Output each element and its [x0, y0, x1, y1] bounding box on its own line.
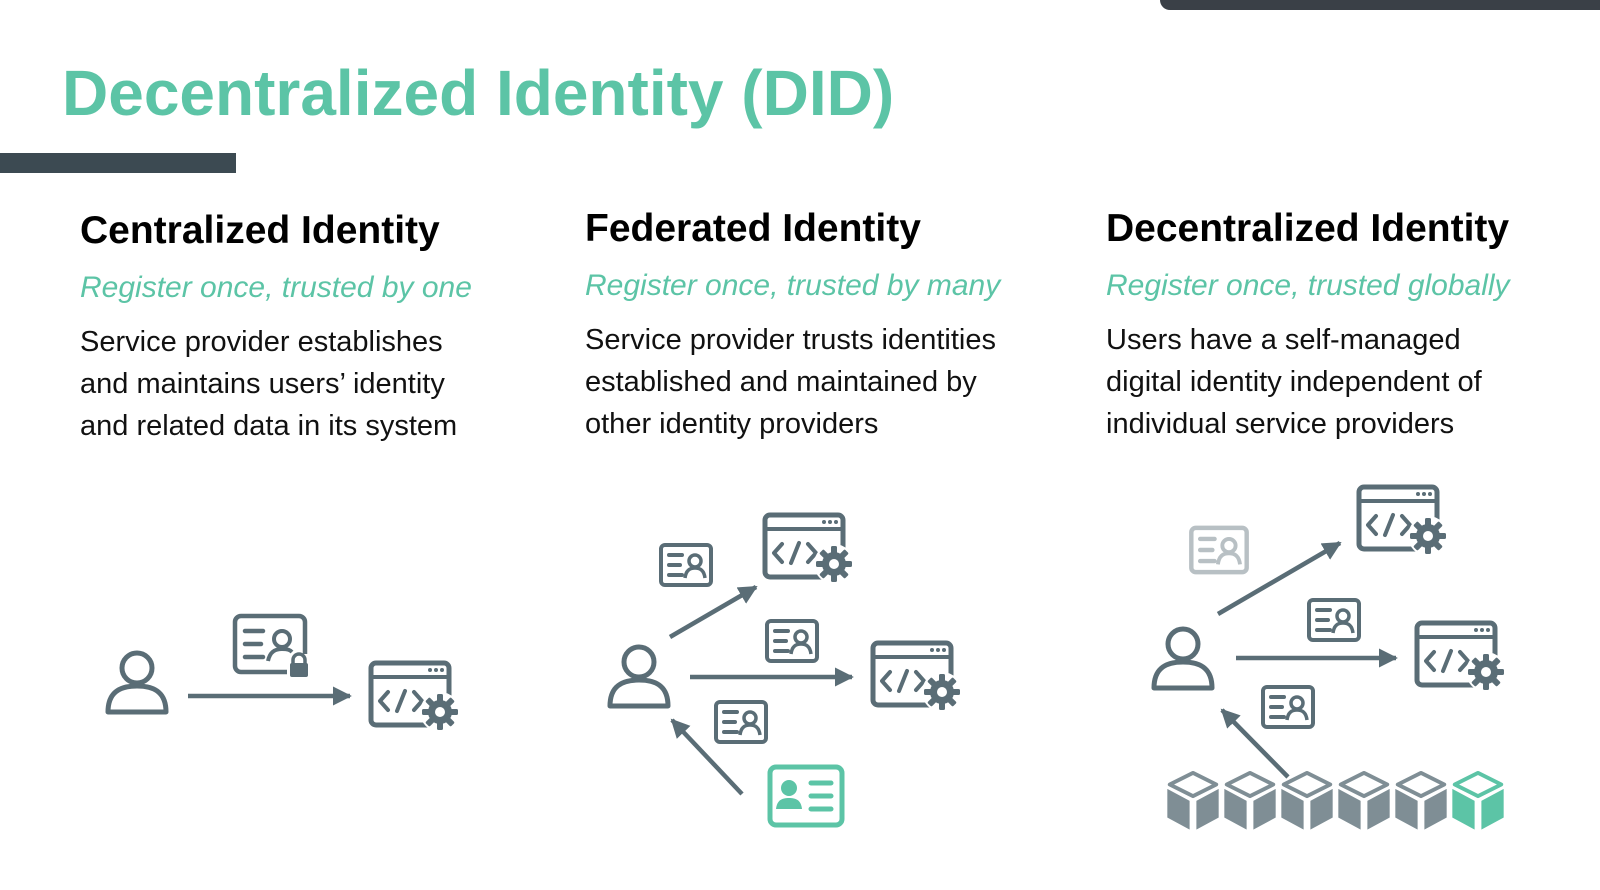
- id-card-icon: [765, 619, 819, 663]
- centralized-diagram: [108, 616, 460, 732]
- id-card-icon: [659, 543, 713, 587]
- blockchain-block-icon: [1220, 768, 1280, 834]
- user-icon: [610, 647, 668, 706]
- id-card-icon: [1307, 598, 1361, 642]
- id-card-icon: [1191, 528, 1246, 572]
- blockchain-block-icon: [1277, 768, 1337, 834]
- user-icon: [1154, 629, 1212, 688]
- service-app-icon: [873, 643, 962, 712]
- blockchain-block-icon: [1334, 768, 1394, 834]
- locked-id-card-icon: [235, 616, 311, 678]
- federated-diagram: [610, 515, 962, 825]
- service-app-icon: [1359, 487, 1448, 556]
- service-app-icon: [371, 663, 460, 732]
- blockchain-block-icon: [1163, 768, 1223, 834]
- id-card-icon: [1261, 685, 1315, 729]
- blockchain-block-icon: [1391, 768, 1451, 834]
- user-icon: [108, 653, 166, 712]
- blockchain: [1163, 768, 1508, 834]
- id-card-icon: [714, 700, 768, 744]
- decentralized-diagram: [1154, 487, 1508, 834]
- service-app-icon: [1417, 623, 1506, 692]
- arrow: [668, 585, 758, 639]
- service-app-icon: [765, 515, 854, 584]
- profile-card-icon: [770, 767, 842, 825]
- blockchain-block-new-icon: [1448, 768, 1508, 834]
- identity-diagrams: [0, 0, 1600, 834]
